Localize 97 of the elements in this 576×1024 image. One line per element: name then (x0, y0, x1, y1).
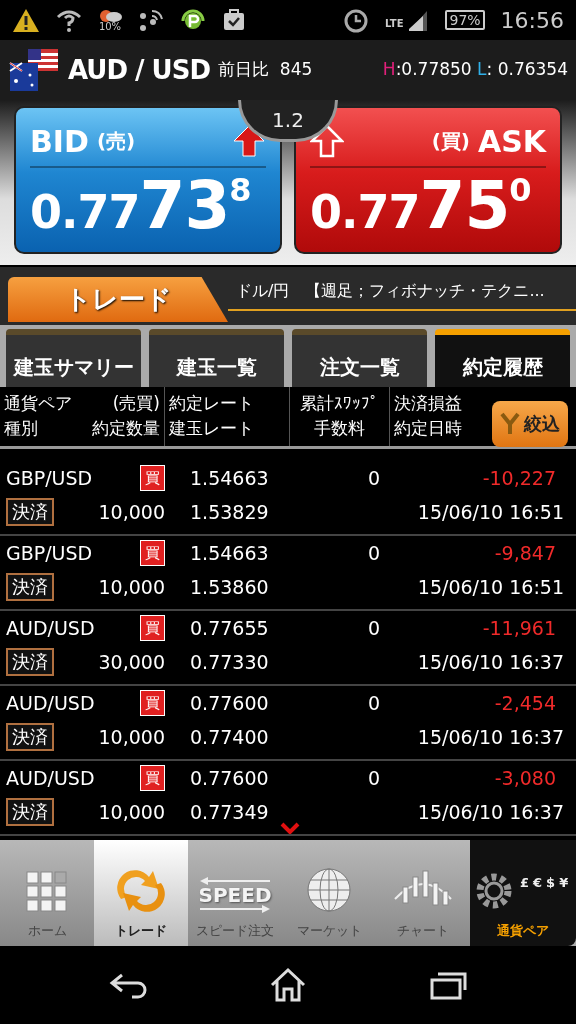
network-label: LTE (385, 17, 404, 31)
signal-share-icon (138, 7, 164, 33)
buy-badge: 買 (140, 539, 165, 567)
buy-badge: 買 (140, 764, 165, 792)
funnel-icon (500, 412, 520, 436)
buy-badge: 買 (140, 614, 165, 642)
buy-badge: 買 (140, 464, 165, 492)
settlement-label: 決済 (6, 498, 54, 526)
nav-tab[interactable]: トレード (94, 840, 188, 946)
section-title: トレード (8, 277, 228, 322)
datetime-cell-text: 15/06/10 16:51 (417, 574, 565, 600)
position-rate-cell-text: 1.53860 (189, 574, 270, 600)
high-low: H:0.77850 L: 0.76354 (382, 58, 568, 82)
datetime-cell-text: 15/06/10 16:37 (417, 799, 565, 825)
weather-icon (98, 8, 122, 22)
scroll-down-icon (280, 822, 300, 834)
day-change: 前日比 845 (218, 58, 313, 82)
column-header: 約定数量 (92, 416, 160, 440)
position-rate-cell-text: 0.77330 (189, 649, 270, 675)
sell-label: (売) (96, 128, 136, 155)
quantity-cell-text: 10,000 (98, 799, 165, 825)
clipboard-check-icon (222, 8, 246, 32)
currency-symbol: £ (520, 873, 530, 892)
swap-cell-text: 0 (366, 615, 380, 641)
pnl-cell-text: -10,227 (482, 465, 557, 491)
weather-percent: 10% (98, 22, 122, 32)
recent-apps-icon[interactable] (428, 970, 468, 1000)
pnl-cell-text: -2,454 (494, 690, 557, 716)
rate-cell-text: 1.54663 (189, 465, 270, 491)
bid-label: BID (30, 122, 89, 161)
alarm-clock-icon (343, 7, 370, 33)
speed-icon-text: SPEED (198, 884, 272, 905)
pair-cell-text: AUD/USD (6, 765, 95, 791)
buy-badge: 買 (140, 689, 165, 717)
quantity-cell-text: 10,000 (98, 574, 165, 600)
pnl-cell-text: -11,961 (482, 615, 557, 641)
pnl-cell-text: -9,847 (494, 540, 557, 566)
column-header: 通貨ペア (4, 392, 72, 415)
column-header: 約定日時 (394, 416, 462, 440)
battery-indicator: 97% (445, 9, 485, 31)
rate-cell-text: 0.77655 (189, 615, 270, 641)
column-header: 建玉レート (169, 416, 254, 440)
settlement-label: 決済 (6, 798, 54, 826)
warning-icon (12, 7, 40, 33)
globe-icon (306, 866, 352, 913)
quantity-cell-text: 30,000 (98, 649, 165, 675)
pair-cell-text: AUD/USD (6, 690, 95, 716)
position-rate-cell-text: 1.53829 (189, 499, 270, 525)
datetime-cell-text: 15/06/10 16:37 (417, 724, 565, 750)
tab[interactable]: 建玉一覧 (149, 329, 284, 387)
pair-cell-text: GBP/USD (6, 540, 93, 566)
ask-label: ASK (477, 122, 546, 161)
swap-cell-text: 0 (366, 465, 380, 491)
column-header: 約定レート (169, 392, 254, 415)
flag-icon (8, 47, 60, 93)
settlement-label: 決済 (6, 573, 54, 601)
rate-cell-text: 0.77600 (189, 690, 270, 716)
news-ticker[interactable]: ドル/円 【週足；フィボナッチ・テクニ... (228, 273, 576, 311)
position-rate-cell-text: 0.77349 (189, 799, 270, 825)
right-arrow-icon (200, 904, 270, 913)
quantity-cell-text: 10,000 (98, 724, 165, 750)
tab[interactable]: 建玉サマリー (6, 329, 141, 387)
signal-icon (407, 9, 430, 31)
datetime-cell-text: 15/06/10 16:51 (417, 499, 565, 525)
grid-icon (26, 870, 68, 913)
column-header: (売買) (112, 392, 160, 415)
column-header: 種別 (4, 416, 38, 440)
status-time: 16:56 (500, 6, 564, 35)
pnl-cell-text: -3,080 (494, 765, 557, 791)
buy-label: (買) (431, 128, 470, 155)
tab[interactable]: 注文一覧 (292, 329, 427, 387)
currency-symbol: € (533, 873, 543, 892)
tab[interactable]: 約定履歴 (435, 329, 570, 387)
column-header: 決済損益 (394, 392, 462, 415)
pair-cell-text: GBP/USD (6, 465, 93, 491)
currency-symbol: $ (546, 873, 556, 892)
swap-cell-text: 0 (366, 765, 380, 791)
wifi-question-icon (56, 7, 82, 33)
settlement-label: 決済 (6, 723, 54, 751)
column-header: 手数料 (314, 416, 365, 440)
column-header: 累計ｽﾜｯﾌﾟ (300, 392, 379, 415)
currency-symbol: ¥ (559, 873, 569, 892)
swap-cell-text: 0 (366, 540, 380, 566)
settlement-label: 決済 (6, 648, 54, 676)
swap-cell-text: 0 (366, 690, 380, 716)
back-icon[interactable] (108, 971, 148, 999)
datetime-cell-text: 15/06/10 16:37 (417, 649, 565, 675)
nav-tab[interactable]: £ € $ ¥ 通貨ペア (470, 840, 576, 946)
filter-button[interactable]: 絞込 (492, 401, 568, 447)
quantity-cell-text: 10,000 (98, 499, 165, 525)
left-arrow-icon (200, 876, 270, 885)
currency-pair: AUD / USD (68, 53, 211, 87)
pair-cell-text: AUD/USD (6, 615, 95, 641)
position-rate-cell-text: 0.77400 (189, 724, 270, 750)
rate-cell-text: 1.54663 (189, 540, 270, 566)
rate-cell-text: 0.77600 (189, 765, 270, 791)
home-icon[interactable] (268, 967, 308, 1003)
